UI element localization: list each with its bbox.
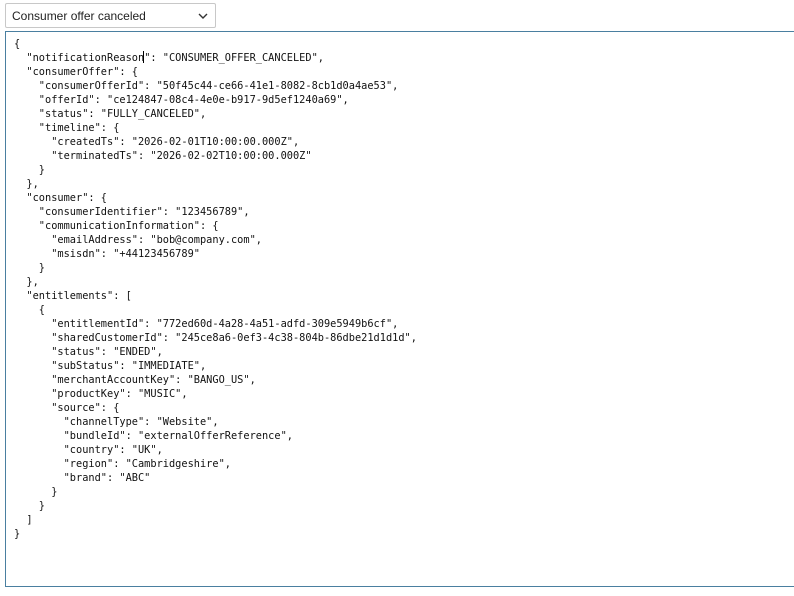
code-line: } [14, 164, 45, 176]
notification-type-value: Consumer offer canceled [12, 9, 146, 23]
code-line: "sharedCustomerId": "245ce8a6-0ef3-4c38-… [14, 332, 417, 344]
code-line: "status": "ENDED", [14, 346, 163, 358]
code-line: "timeline": { [14, 122, 120, 134]
code-line: "source": { [14, 402, 120, 414]
json-code: { "notificationReason": "CONSUMER_OFFER_… [14, 37, 417, 541]
code-line: "region": "Cambridgeshire", [14, 458, 231, 470]
code-line: "msisdn": "+44123456789" [14, 248, 200, 260]
code-line: } [14, 528, 21, 540]
code-line: "notificationReason": "CONSUMER_OFFER_CA… [14, 51, 324, 64]
code-line: "entitlements": [ [14, 290, 132, 302]
text-caret [143, 51, 145, 63]
code-line: "terminatedTs": "2026-02-02T10:00:00.000… [14, 150, 312, 162]
code-line: "consumer": { [14, 192, 107, 204]
code-line: "bundleId": "externalOfferReference", [14, 430, 293, 442]
code-line: "entitlementId": "772ed60d-4a28-4a51-adf… [14, 318, 399, 330]
code-line: } [14, 486, 58, 498]
code-line: "productKey": "MUSIC", [14, 388, 188, 400]
code-line: "consumerOfferId": "50f45c44-ce66-41e1-8… [14, 80, 399, 92]
json-editor[interactable]: { "notificationReason": "CONSUMER_OFFER_… [5, 31, 794, 587]
code-line: } [14, 262, 45, 274]
code-line: "subStatus": "IMMEDIATE", [14, 360, 207, 372]
code-line: "country": "UK", [14, 444, 163, 456]
code-line: "status": "FULLY_CANCELED", [14, 108, 207, 120]
code-line: "brand": "ABC" [14, 472, 151, 484]
code-line: }, [14, 276, 39, 288]
code-line: "consumerIdentifier": "123456789", [14, 206, 250, 218]
code-line: "communicationInformation": { [14, 220, 219, 232]
code-line: } [14, 500, 45, 512]
notification-type-select[interactable]: Consumer offer canceled [5, 3, 216, 28]
code-line: ] [14, 514, 33, 526]
code-line: "offerId": "ce124847-08c4-4e0e-b917-9d5e… [14, 94, 349, 106]
chevron-down-icon [198, 13, 208, 19]
code-line: { [14, 304, 45, 316]
code-line: "createdTs": "2026-02-01T10:00:00.000Z", [14, 136, 300, 148]
code-line: "emailAddress": "bob@company.com", [14, 234, 262, 246]
code-line: { [14, 38, 21, 50]
code-line: "consumerOffer": { [14, 66, 138, 78]
code-line: "merchantAccountKey": "BANGO_US", [14, 374, 256, 386]
code-line: "channelType": "Website", [14, 416, 219, 428]
code-line: }, [14, 178, 39, 190]
